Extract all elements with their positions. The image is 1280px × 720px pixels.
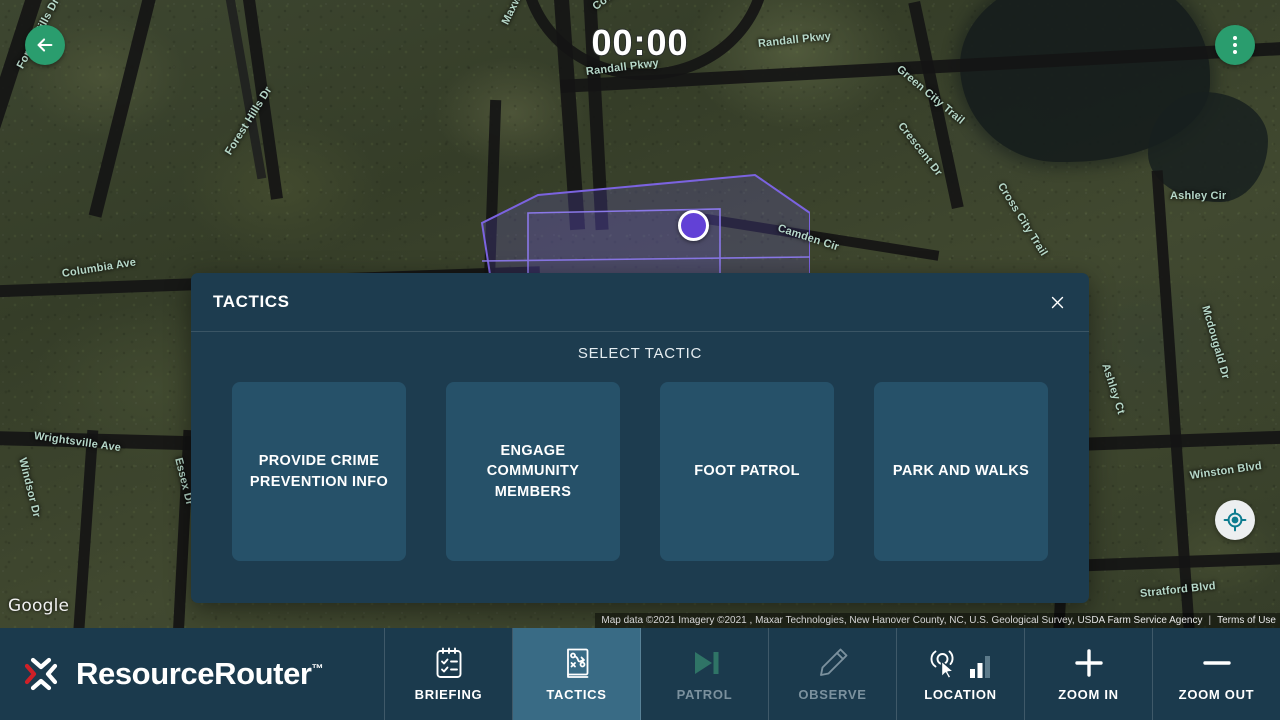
- nav-label-patrol: PATROL: [676, 687, 733, 702]
- tactic-card[interactable]: PARK AND WALKS: [874, 382, 1048, 561]
- play-to-end-icon: [688, 646, 722, 680]
- plus-icon: [1072, 646, 1106, 680]
- kebab-menu-icon: [1233, 50, 1237, 54]
- unit-location-marker[interactable]: [678, 210, 709, 241]
- attribution-text: Map data ©2021 Imagery ©2021 , Maxar Tec…: [601, 615, 1203, 626]
- nav-item-zoom-out[interactable]: ZOOM OUT: [1153, 628, 1280, 720]
- brand-logo[interactable]: ResourceRouter™: [0, 628, 385, 720]
- recenter-location-button[interactable]: [1215, 500, 1255, 540]
- map-attribution: Map data ©2021 Imagery ©2021 , Maxar Tec…: [595, 613, 1280, 628]
- nav-item-location[interactable]: LOCATION: [897, 628, 1025, 720]
- signal-bars-icon: [968, 652, 992, 680]
- nav-label-observe: OBSERVE: [798, 687, 867, 702]
- nav-label-location: LOCATION: [924, 687, 997, 702]
- close-x-icon: [1049, 294, 1066, 311]
- nav-label-zoom-out: ZOOM OUT: [1178, 687, 1255, 702]
- kebab-menu-icon: [1233, 36, 1237, 40]
- tactic-card[interactable]: FOOT PATROL: [660, 382, 834, 561]
- nav-label-tactics: TACTICS: [546, 687, 607, 702]
- tactic-card[interactable]: ENGAGE COMMUNITY MEMBERS: [446, 382, 620, 561]
- arrow-left-icon: [34, 34, 56, 56]
- kebab-menu-icon: [1233, 43, 1237, 47]
- minus-icon: [1200, 646, 1234, 680]
- tactic-card-grid: PROVIDE CRIME PREVENTION INFO ENGAGE COMM…: [191, 382, 1089, 561]
- modal-close-button[interactable]: [1039, 284, 1075, 320]
- attribution-divider: |: [1208, 615, 1212, 626]
- terms-of-use-link[interactable]: Terms of Use: [1217, 613, 1276, 628]
- overflow-menu-button[interactable]: [1215, 25, 1255, 65]
- tactic-card[interactable]: PROVIDE CRIME PREVENTION INFO: [232, 382, 406, 561]
- modal-header: TACTICS: [191, 273, 1089, 332]
- street-label: Ashley Cir: [1170, 190, 1227, 202]
- modal-body: SELECT TACTIC PROVIDE CRIME PREVENTION I…: [191, 332, 1089, 603]
- clipboard-checklist-icon: [433, 646, 465, 680]
- bottom-toolbar: ResourceRouter™ BRIEFING TACTICS PATROL …: [0, 628, 1280, 720]
- nav-label-briefing: BRIEFING: [414, 687, 483, 702]
- nav-label-zoom-in: ZOOM IN: [1058, 687, 1119, 702]
- location-icon-group: [930, 646, 992, 680]
- brand-trademark: ™: [311, 661, 324, 676]
- nav-item-briefing[interactable]: BRIEFING: [385, 628, 513, 720]
- modal-subtitle: SELECT TACTIC: [577, 345, 703, 362]
- crosshair-location-icon: [1223, 508, 1247, 532]
- pencil-icon: [816, 646, 850, 680]
- tap-cursor-icon: [930, 648, 960, 680]
- nav-item-observe[interactable]: OBSERVE: [769, 628, 897, 720]
- modal-title: TACTICS: [213, 292, 290, 311]
- nav-item-zoom-in[interactable]: ZOOM IN: [1025, 628, 1153, 720]
- brand-name-text: ResourceRouter: [76, 656, 312, 691]
- google-logo: Google: [8, 596, 70, 616]
- tactics-modal: TACTICS SELECT TACTIC PROVIDE CRIME PREV…: [191, 273, 1089, 603]
- playbook-strategy-icon: [561, 646, 593, 680]
- back-button[interactable]: [25, 25, 65, 65]
- brand-name: ResourceRouter™: [76, 656, 324, 692]
- water-body-secondary: [1148, 92, 1268, 202]
- resourcerouter-logo-icon: [18, 651, 64, 697]
- nav-item-tactics[interactable]: TACTICS: [513, 628, 641, 720]
- app-root: Forest Hills DrForest Hills DrMaxwell Av…: [0, 0, 1280, 720]
- nav-item-patrol[interactable]: PATROL: [641, 628, 769, 720]
